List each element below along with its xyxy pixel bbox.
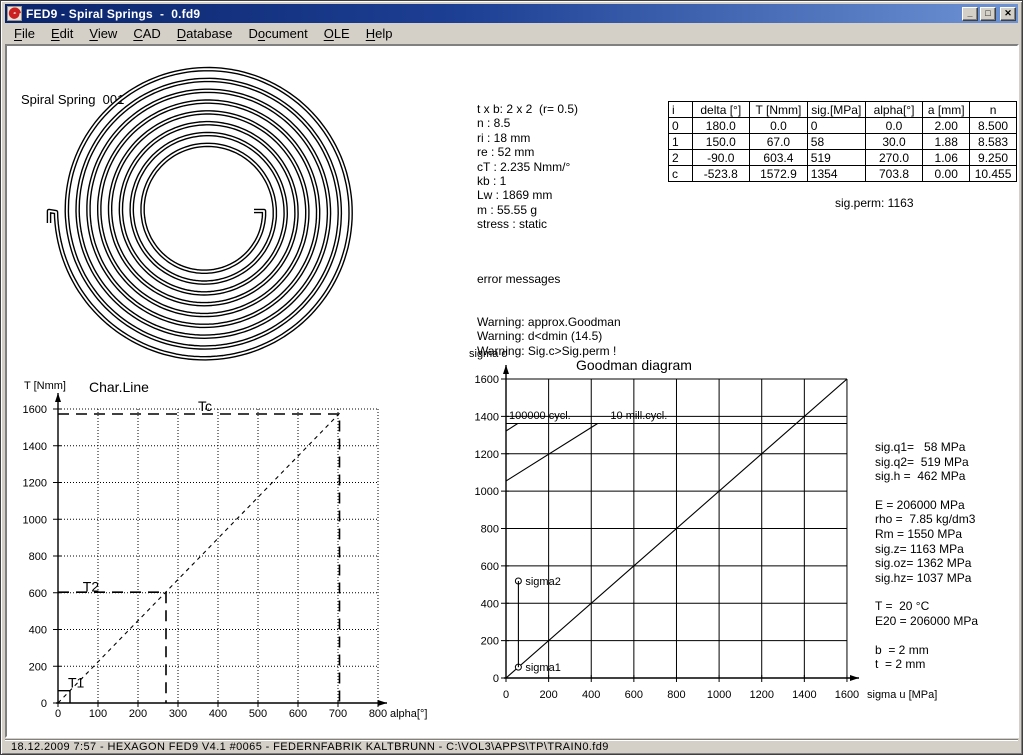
results-cell: 30.0	[865, 134, 923, 150]
results-cell: 2	[669, 150, 693, 166]
maximize-button[interactable]: □	[980, 7, 996, 21]
stat-line: E = 206000 MPa	[875, 498, 978, 513]
parameter-line: ri : 18 mm	[477, 131, 578, 145]
results-cell: 1.88	[923, 134, 970, 150]
error-messages-title: error messages	[477, 272, 621, 286]
results-cell: c	[669, 166, 693, 182]
stat-line: Rm = 1550 MPa	[875, 527, 978, 542]
results-col-header: delta [°]	[692, 102, 750, 118]
results-cell: 0.0	[750, 118, 808, 134]
results-col-header: T [Nmm]	[750, 102, 808, 118]
error-messages: error messages Warning: approx.GoodmanWa…	[477, 243, 621, 387]
stat-line: sig.q1= 58 MPa	[875, 440, 978, 455]
menu-bar: FileEditViewCADDatabaseDocumentOLEHelp	[6, 24, 1017, 43]
results-col-header: alpha[°]	[865, 102, 923, 118]
results-cell: 2.00	[923, 118, 970, 134]
results-cell: 10.455	[970, 166, 1017, 182]
stat-line: sig.oz= 1362 MPa	[875, 556, 978, 571]
results-cell: 0	[669, 118, 693, 134]
drawing-title: Spiral Spring 001	[21, 92, 124, 107]
stats-group: b = 2 mmt = 2 mm	[875, 643, 978, 672]
parameter-line: t x b: 2 x 2 (r= 0.5)	[477, 102, 578, 116]
app-icon	[7, 6, 22, 21]
results-row: 1150.067.05830.01.888.583	[669, 134, 1017, 150]
results-cell: 67.0	[750, 134, 808, 150]
sig-perm-value: sig.perm: 1163	[835, 196, 914, 210]
menu-item-help[interactable]: Help	[358, 25, 401, 42]
menu-item-ole[interactable]: OLE	[316, 25, 358, 42]
stat-line: sig.h = 462 MPa	[875, 469, 978, 484]
menu-item-document[interactable]: Document	[240, 25, 315, 42]
results-cell: -90.0	[692, 150, 750, 166]
status-text: 18.12.2009 7:57 - HEXAGON FED9 V4.1 #006…	[11, 741, 609, 753]
window-title: FED9 - Spiral Springs - 0.fd9	[26, 7, 200, 21]
parameter-line: n : 8.5	[477, 116, 578, 130]
client-area: Spiral Spring 001 t x b: 2 x 2 (r= 0.5)n…	[5, 44, 1019, 738]
results-cell: 1	[669, 134, 693, 150]
menu-item-database[interactable]: Database	[169, 25, 241, 42]
results-col-header: a [mm]	[923, 102, 970, 118]
results-cell: 1.06	[923, 150, 970, 166]
results-cell: 180.0	[692, 118, 750, 134]
stat-line: sig.z= 1163 MPa	[875, 542, 978, 557]
app-window: FED9 - Spiral Springs - 0.fd9 _ □ ✕ File…	[0, 0, 1023, 755]
results-table-header: idelta [°]T [Nmm]sig.[MPa]alpha[°]a [mm]…	[669, 102, 1017, 118]
results-row: c-523.81572.91354703.80.0010.455	[669, 166, 1017, 182]
menu-item-file[interactable]: File	[6, 25, 43, 42]
close-button[interactable]: ✕	[1000, 7, 1016, 21]
stat-line: rho = 7.85 kg/dm3	[875, 512, 978, 527]
results-col-header: i	[669, 102, 693, 118]
material-stats: sig.q1= 58 MPasig.q2= 519 MPasig.h = 462…	[875, 440, 978, 686]
stat-line: b = 2 mm	[875, 643, 978, 658]
stats-group: T = 20 °CE20 = 206000 MPa	[875, 599, 978, 628]
parameter-line: cT : 2.235 Nmm/°	[477, 160, 578, 174]
results-cell: 519	[807, 150, 865, 166]
results-cell: 1354	[807, 166, 865, 182]
stat-line: E20 = 206000 MPa	[875, 614, 978, 629]
status-bar: 18.12.2009 7:57 - HEXAGON FED9 V4.1 #006…	[5, 739, 1018, 753]
results-cell: 1572.9	[750, 166, 808, 182]
spiral-logo-icon	[8, 7, 21, 20]
results-cell: 0.00	[923, 166, 970, 182]
stats-group: E = 206000 MParho = 7.85 kg/dm3Rm = 1550…	[875, 498, 978, 586]
menu-item-edit[interactable]: Edit	[43, 25, 81, 42]
parameter-line: stress : static	[477, 217, 578, 231]
stat-line: t = 2 mm	[875, 657, 978, 672]
parameter-line: kb : 1	[477, 174, 578, 188]
warning-line: Warning: approx.Goodman	[477, 315, 621, 329]
results-table: idelta [°]T [Nmm]sig.[MPa]alpha[°]a [mm]…	[668, 101, 1017, 182]
parameter-line: Lw : 1869 mm	[477, 188, 578, 202]
results-row: 2-90.0603.4519270.01.069.250	[669, 150, 1017, 166]
results-row: 0180.00.000.02.008.500	[669, 118, 1017, 134]
stat-line: sig.q2= 519 MPa	[875, 455, 978, 470]
minimize-button[interactable]: _	[962, 7, 978, 21]
stat-line: sig.hz= 1037 MPa	[875, 571, 978, 586]
menu-item-view[interactable]: View	[81, 25, 125, 42]
stats-group: sig.q1= 58 MPasig.q2= 519 MPasig.h = 462…	[875, 440, 978, 484]
results-cell: 703.8	[865, 166, 923, 182]
results-cell: -523.8	[692, 166, 750, 182]
results-cell: 8.583	[970, 134, 1017, 150]
parameter-line: m : 55.55 g	[477, 203, 578, 217]
results-cell: 0.0	[865, 118, 923, 134]
parameter-line: re : 52 mm	[477, 145, 578, 159]
results-cell: 58	[807, 134, 865, 150]
warning-line: Warning: d<dmin (14.5)	[477, 329, 621, 343]
warning-line: Warning: Sig.c>Sig.perm !	[477, 344, 621, 358]
menu-item-cad[interactable]: CAD	[125, 25, 168, 42]
spring-parameters: t x b: 2 x 2 (r= 0.5)n : 8.5ri : 18 mmre…	[477, 102, 578, 232]
results-cell: 150.0	[692, 134, 750, 150]
window-controls: _ □ ✕	[962, 7, 1016, 21]
results-cell: 270.0	[865, 150, 923, 166]
stat-line: T = 20 °C	[875, 599, 978, 614]
title-bar: FED9 - Spiral Springs - 0.fd9 _ □ ✕	[5, 4, 1018, 23]
results-cell: 0	[807, 118, 865, 134]
results-cell: 9.250	[970, 150, 1017, 166]
results-cell: 603.4	[750, 150, 808, 166]
results-col-header: n	[970, 102, 1017, 118]
results-col-header: sig.[MPa]	[807, 102, 865, 118]
results-cell: 8.500	[970, 118, 1017, 134]
